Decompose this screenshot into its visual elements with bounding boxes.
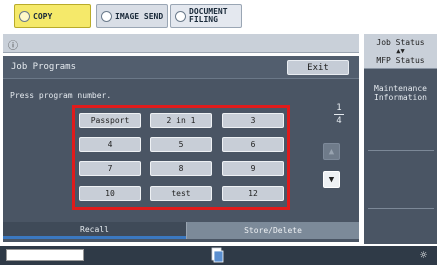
image-send-label: IMAGE SEND — [115, 11, 164, 21]
page-indicator: 1 4 — [329, 103, 349, 126]
program-prompt: Press program number. — [10, 91, 112, 100]
page-current: 1 — [336, 103, 342, 113]
copy-icon — [19, 10, 30, 22]
status-message-field — [6, 249, 84, 261]
program-button-2[interactable]: 2 in 1 — [150, 113, 212, 128]
document-filing-label: DOCUMENT FILING — [189, 8, 228, 24]
document-filing-mode-tab[interactable]: DOCUMENT FILING — [170, 4, 242, 28]
copier-touch-screen: COPY IMAGE SEND DOCUMENT FILING ⓘ Job Pr… — [0, 0, 437, 265]
page-up-button[interactable]: ▲ — [323, 143, 340, 160]
panel-tabs: Recall Store/Delete — [3, 222, 359, 239]
program-button-11[interactable]: test — [150, 186, 212, 201]
tab-recall[interactable]: Recall — [3, 222, 186, 239]
copy-mode-label: COPY — [33, 11, 53, 21]
sidebar-divider — [368, 150, 434, 151]
program-button-10[interactable]: 10 — [79, 186, 141, 201]
document-filing-label-line2: FILING — [189, 15, 218, 24]
image-send-icon — [101, 10, 112, 22]
maintenance-info-button[interactable]: Maintenance Information — [364, 84, 437, 102]
up-arrow-icon: ▲ — [328, 146, 335, 157]
panel-title-bar: Job Programs Exit — [3, 56, 359, 79]
tab-store-delete[interactable]: Store/Delete — [186, 222, 359, 239]
status-sidebar: Job Status ▲▼ MFP Status Maintenance Inf… — [364, 34, 437, 244]
program-buttons-highlight: Passport 2 in 1 3 4 5 6 7 8 9 10 test 12 — [72, 105, 290, 210]
exit-button[interactable]: Exit — [287, 60, 349, 75]
document-filing-icon — [175, 10, 186, 22]
brightness-icon[interactable]: ☼ — [420, 248, 427, 262]
job-status-button[interactable]: Job Status ▲▼ MFP Status — [364, 34, 437, 69]
program-button-7[interactable]: 7 — [79, 161, 141, 176]
mode-bar: COPY IMAGE SEND DOCUMENT FILING — [0, 0, 437, 30]
job-status-label: Job Status — [376, 38, 425, 47]
program-button-12[interactable]: 12 — [222, 186, 284, 201]
bottom-status-bar: ☼ — [0, 246, 437, 265]
program-button-8[interactable]: 8 — [150, 161, 212, 176]
page-total: 4 — [336, 116, 342, 126]
copy-mode-tab[interactable]: COPY — [14, 4, 91, 28]
job-programs-panel: Job Programs Exit Press program number. … — [3, 56, 359, 242]
page-down-button[interactable]: ▼ — [323, 171, 340, 188]
program-button-3[interactable]: 3 — [222, 113, 284, 128]
toggle-arrows-icon: ▲▼ — [396, 47, 405, 55]
maintenance-label-line1: Maintenance — [374, 84, 427, 93]
info-icon: ⓘ — [8, 41, 18, 52]
down-arrow-icon: ▼ — [328, 174, 335, 185]
mfp-status-label: MFP Status — [376, 56, 425, 65]
image-send-mode-tab[interactable]: IMAGE SEND — [96, 4, 168, 28]
document-icon[interactable] — [210, 247, 224, 263]
panel-title: Job Programs — [11, 62, 77, 72]
program-button-4[interactable]: 4 — [79, 137, 141, 152]
program-button-5[interactable]: 5 — [150, 137, 212, 152]
maintenance-label-line2: Information — [374, 93, 427, 102]
info-bar: ⓘ — [3, 34, 359, 53]
program-button-6[interactable]: 6 — [222, 137, 284, 152]
program-button-9[interactable]: 9 — [222, 161, 284, 176]
page-divider — [334, 114, 344, 115]
sidebar-divider — [368, 208, 434, 209]
program-button-1[interactable]: Passport — [79, 113, 141, 128]
